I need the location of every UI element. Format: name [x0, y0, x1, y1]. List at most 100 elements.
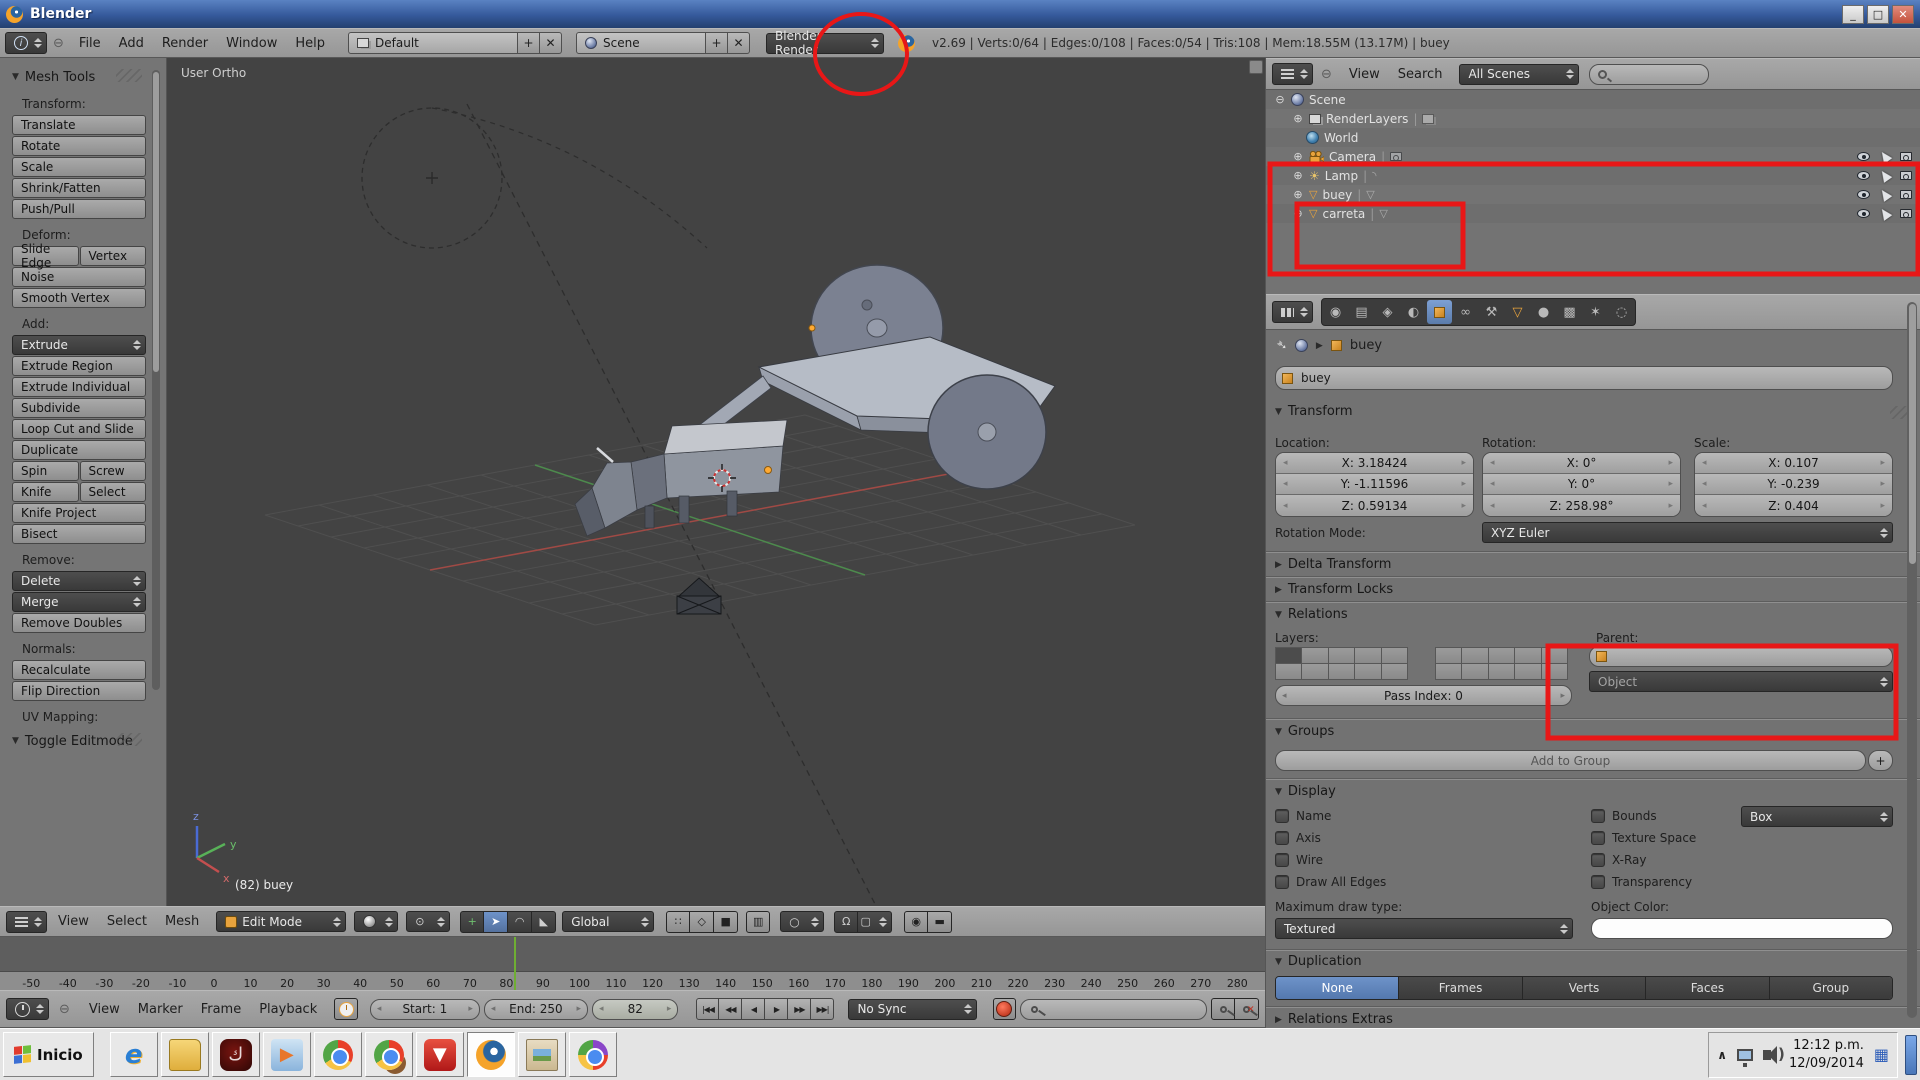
tree-row-camera[interactable]: ⊕ Camera |	[1266, 147, 1920, 166]
expand-icon[interactable]: ⊕	[1292, 169, 1304, 182]
menu-item[interactable]: File	[70, 36, 110, 51]
renderability-camera-icon[interactable]	[1900, 171, 1912, 180]
row-label[interactable]: buey	[1322, 188, 1352, 202]
collapse-menus-icon[interactable]: ⊖	[59, 1002, 70, 1017]
display-draw-all-edges-checkbox[interactable]: Draw All Edges	[1275, 875, 1386, 889]
maximize-button[interactable]: □	[1867, 5, 1889, 24]
editor-type-button[interactable]: i	[5, 32, 47, 54]
viewport-shading-select[interactable]	[354, 911, 398, 932]
display-texture-space-checkbox[interactable]: Texture Space	[1591, 831, 1696, 845]
show-desktop-button[interactable]	[1905, 1035, 1917, 1075]
display-xray-checkbox[interactable]: X-Ray	[1591, 853, 1646, 867]
visibility-eye-icon[interactable]	[1857, 209, 1870, 218]
relations-extras-panel-header[interactable]: ▶ Relations Extras	[1275, 1012, 1393, 1027]
visibility-eye-icon[interactable]	[1857, 190, 1870, 199]
tree-row-renderlayers[interactable]: ⊕ RenderLayers |	[1266, 109, 1920, 128]
tool-button-screw[interactable]: Screw	[80, 461, 147, 481]
tool-button-slide-edge[interactable]: Slide Edge	[12, 246, 79, 266]
tool-button-knife[interactable]: Knife	[12, 482, 79, 502]
taskbar-app-file-explorer[interactable]	[161, 1032, 209, 1077]
play-reverse-button[interactable]: ◀	[742, 998, 765, 1020]
menu-item[interactable]: View	[1340, 67, 1389, 82]
tab-texture-icon[interactable]: ▩	[1557, 300, 1582, 324]
collapse-menus-icon[interactable]: ⊖	[1321, 67, 1332, 82]
checkbox-icon[interactable]	[1591, 809, 1605, 823]
tool-button[interactable]: Subdivide	[12, 398, 146, 418]
start-button[interactable]: Inicio	[3, 1032, 94, 1077]
groups-panel-header[interactable]: ▼ Groups	[1275, 724, 1334, 739]
next-keyframe-button[interactable]: ▶▶	[788, 998, 811, 1020]
tool-button-spin[interactable]: Spin	[12, 461, 79, 481]
tab-world-icon[interactable]: ◐	[1401, 300, 1426, 324]
mesh-tools-panel-header[interactable]: ▼ Mesh Tools	[12, 66, 146, 88]
expand-icon[interactable]: ⊕	[1292, 188, 1304, 201]
expand-icon[interactable]: ⊕	[1292, 150, 1304, 163]
layers-grid-right[interactable]	[1435, 647, 1578, 679]
display-axis-checkbox[interactable]: Axis	[1275, 831, 1321, 845]
expand-icon[interactable]: ⊕	[1292, 207, 1304, 220]
use-preview-range-icon[interactable]	[334, 998, 358, 1020]
properties-scrollbar[interactable]	[1907, 302, 1917, 1018]
taskbar-app-chrome-profile[interactable]	[365, 1032, 413, 1077]
display-name-checkbox[interactable]: Name	[1275, 809, 1331, 823]
duplication-panel-header[interactable]: ▼ Duplication	[1275, 954, 1362, 969]
taskbar-app-scorpion[interactable]: ك	[212, 1032, 260, 1077]
menu-item[interactable]: Help	[286, 36, 334, 51]
visibility-eye-icon[interactable]	[1857, 171, 1870, 180]
location-x-field[interactable]: X: 3.18424	[1276, 453, 1473, 474]
menu-item[interactable]: Mesh	[156, 914, 208, 929]
duplication-verts-button[interactable]: Verts	[1523, 977, 1646, 999]
editor-type-button[interactable]	[6, 998, 49, 1020]
tool-button[interactable]: Noise	[12, 267, 146, 287]
mode-select[interactable]: Edit Mode	[216, 911, 346, 932]
parent-type-select[interactable]: Object	[1589, 671, 1893, 692]
current-frame-playhead[interactable]	[514, 937, 516, 990]
timeline-ruler[interactable]: -50-40-30-20-100102030405060708090100110…	[0, 972, 1265, 990]
bounds-type-select[interactable]: Box	[1741, 806, 1893, 827]
jump-to-end-button[interactable]: ▶▶|	[811, 998, 834, 1020]
outliner-search-input[interactable]	[1589, 64, 1709, 85]
checkbox-icon[interactable]	[1275, 875, 1289, 889]
object-color-swatch[interactable]	[1591, 918, 1893, 939]
empty-object-marker[interactable]	[677, 578, 721, 614]
renderability-camera-icon[interactable]	[1900, 209, 1912, 218]
display-panel-header[interactable]: ▼ Display	[1275, 784, 1336, 799]
visibility-eye-icon[interactable]	[1857, 152, 1870, 161]
menu-item[interactable]: Playback	[250, 1002, 326, 1017]
row-label[interactable]: World	[1324, 131, 1358, 145]
tool-button[interactable]: Shrink/Fatten	[12, 178, 146, 198]
render-engine-select[interactable]: Blender Render	[766, 33, 884, 54]
sync-mode-select[interactable]: No Sync	[848, 999, 976, 1020]
ox-model[interactable]	[575, 420, 787, 536]
tab-material-icon[interactable]: ●	[1531, 300, 1556, 324]
checkbox-icon[interactable]	[1275, 853, 1289, 867]
tool-button-knife-select[interactable]: Select	[80, 482, 147, 502]
tool-button[interactable]: Scale	[12, 157, 146, 177]
tool-menu[interactable]: Delete	[12, 571, 146, 591]
location-z-field[interactable]: Z: 0.59134	[1276, 495, 1473, 516]
checkbox-icon[interactable]	[1275, 809, 1289, 823]
tray-expand-icon[interactable]: ∧	[1717, 1048, 1727, 1062]
tool-button[interactable]: Rotate	[12, 136, 146, 156]
tree-row-carreta[interactable]: ⊕ ▽ carreta | ▽	[1266, 204, 1920, 223]
tool-button[interactable]: Knife Project	[12, 503, 146, 523]
display-transparency-checkbox[interactable]: Transparency	[1591, 875, 1692, 889]
close-button[interactable]: ✕	[1892, 5, 1914, 24]
network-icon[interactable]	[1737, 1049, 1753, 1061]
limit-to-visible-icon[interactable]: ▥	[746, 911, 770, 933]
outliner-filter-select[interactable]: All Scenes	[1459, 64, 1579, 85]
duplication-faces-button[interactable]: Faces	[1646, 977, 1769, 999]
delete-layout-button[interactable]: ✕	[540, 32, 562, 54]
insert-keyframe-icon[interactable]	[1211, 998, 1235, 1020]
layout-field[interactable]: Default	[348, 32, 518, 54]
vertex-select-icon[interactable]: ∷	[666, 911, 690, 933]
menu-item[interactable]: Window	[217, 36, 286, 51]
panel-drag-hatch[interactable]	[116, 733, 142, 746]
selectability-cursor-icon[interactable]	[1878, 206, 1893, 221]
prev-keyframe-button[interactable]: ◀◀	[719, 998, 742, 1020]
menu-item[interactable]: Search	[1389, 67, 1452, 82]
minimize-button[interactable]: _	[1842, 5, 1864, 24]
opengl-render-camera-icon[interactable]: ◉	[904, 911, 928, 933]
tool-button[interactable]: Extrude Individual	[12, 377, 146, 397]
tool-button[interactable]: Duplicate	[12, 440, 146, 460]
